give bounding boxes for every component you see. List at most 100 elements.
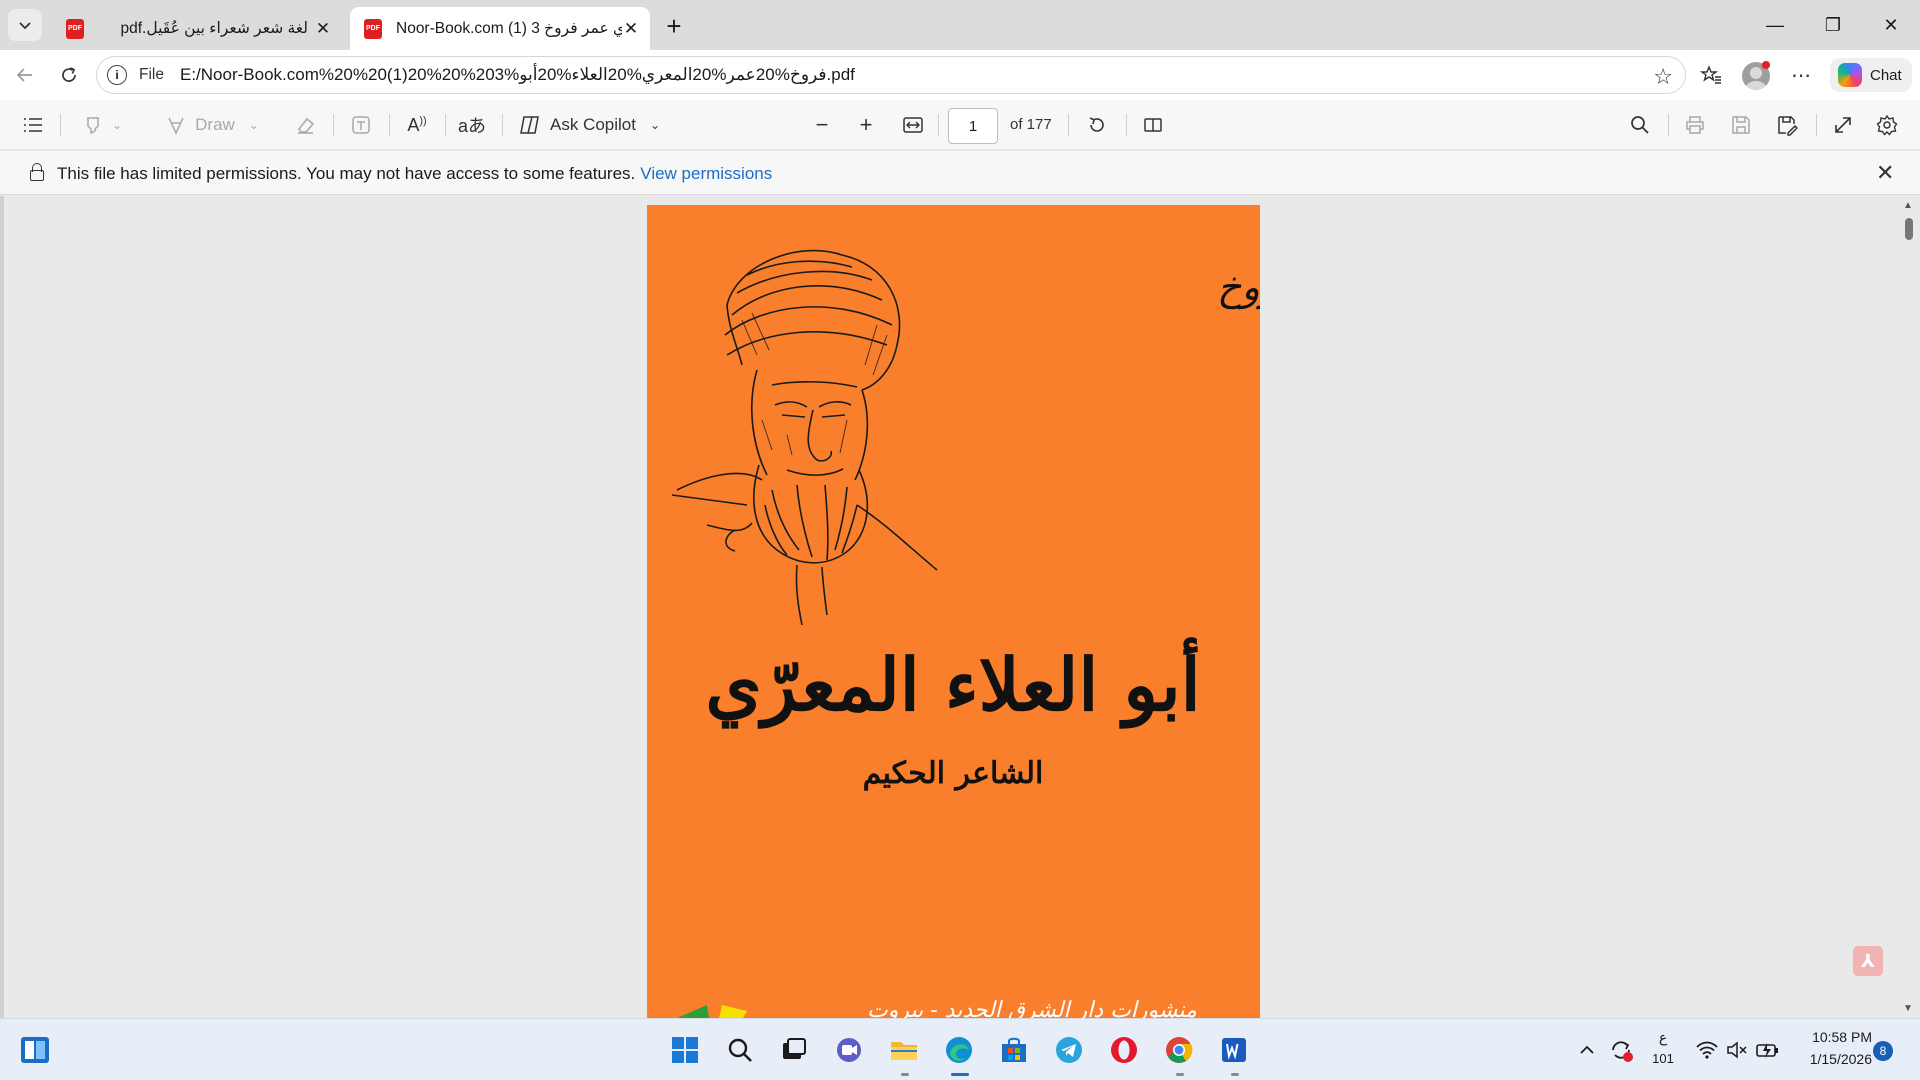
- erase-button[interactable]: [290, 109, 320, 141]
- fullscreen-button[interactable]: [1828, 109, 1858, 141]
- favorite-star-icon[interactable]: ☆: [1653, 64, 1673, 90]
- opera-browser-button[interactable]: [1107, 1033, 1141, 1067]
- new-tab-button[interactable]: +: [658, 10, 690, 42]
- text-box-icon: [352, 116, 370, 134]
- zoom-out-button[interactable]: −: [807, 109, 837, 141]
- close-notice-icon[interactable]: ✕: [1876, 160, 1894, 186]
- minimize-button[interactable]: —: [1746, 0, 1804, 50]
- add-text-button[interactable]: [346, 109, 376, 141]
- sync-status-button[interactable]: [1606, 1033, 1636, 1067]
- teams-meet-button[interactable]: [832, 1033, 866, 1067]
- translate-button[interactable]: aあ: [457, 109, 487, 141]
- page-number-input[interactable]: 1: [948, 108, 998, 144]
- clock-time[interactable]: 10:58 PM: [1792, 1029, 1872, 1045]
- volume-button[interactable]: [1723, 1033, 1751, 1067]
- zoom-in-button[interactable]: +: [851, 109, 881, 141]
- chrome-browser-button[interactable]: [1162, 1033, 1196, 1067]
- rotate-button[interactable]: [1082, 109, 1112, 141]
- tab-title: Noor-Book.com (1) 3 عري عمر فروخ: [396, 20, 622, 37]
- ask-copilot-button[interactable]: Ask Copilot ⌄: [518, 109, 668, 141]
- pen-icon: [168, 117, 184, 135]
- start-button[interactable]: [668, 1033, 702, 1067]
- fit-width-button[interactable]: [898, 109, 928, 141]
- rotate-icon: [1089, 117, 1104, 132]
- table-of-contents-icon: [24, 118, 42, 132]
- folder-icon: [891, 1042, 917, 1060]
- translate-icon: aあ: [457, 116, 486, 136]
- scheme-label: File: [139, 66, 164, 83]
- clock-date[interactable]: 1/15/2026: [1792, 1051, 1872, 1067]
- toolbar-divider: [1816, 114, 1817, 136]
- running-app-indicator: [1231, 1073, 1239, 1076]
- sync-alert-icon: [1612, 1041, 1633, 1062]
- pdf-document-view[interactable]: عمر فرّوخ: [0, 196, 1920, 1018]
- windows-logo-icon: [672, 1037, 698, 1063]
- battery-charging-icon: [1756, 1043, 1778, 1058]
- file-explorer-button[interactable]: [887, 1033, 921, 1067]
- refresh-button[interactable]: [52, 59, 86, 91]
- show-hidden-icons-button[interactable]: [1574, 1033, 1600, 1067]
- ask-copilot-label: Ask Copilot: [550, 115, 636, 134]
- more-menu-button[interactable]: ⋯: [1784, 59, 1818, 91]
- scroll-up-arrow-icon[interactable]: ▲: [1903, 200, 1913, 211]
- search-icon: [728, 1038, 752, 1062]
- settings-button[interactable]: [1872, 109, 1902, 141]
- language-indicator[interactable]: ع: [1651, 1029, 1675, 1046]
- pdf-file-icon: PDF: [364, 18, 382, 39]
- copilot-chat-button[interactable]: Chat: [1830, 58, 1912, 92]
- two-page-view-icon: [1144, 118, 1162, 132]
- view-permissions-link[interactable]: View permissions: [640, 164, 772, 183]
- taskbar-search-button[interactable]: [723, 1033, 757, 1067]
- read-aloud-button[interactable]: A)): [402, 109, 432, 141]
- edge-browser-button[interactable]: [942, 1033, 976, 1067]
- notification-count-badge[interactable]: 8: [1873, 1041, 1893, 1061]
- word-button[interactable]: [1217, 1033, 1251, 1067]
- scroll-down-arrow-icon[interactable]: ▼: [1903, 1003, 1913, 1014]
- favorites-button[interactable]: [1694, 59, 1728, 91]
- gear-icon: [1876, 114, 1898, 136]
- chat-label: Chat: [1870, 66, 1902, 84]
- highlight-button[interactable]: ⌄: [72, 109, 132, 141]
- chevron-up-icon: [1580, 1045, 1594, 1054]
- permission-notice-bar: This file has limited permissions. You m…: [0, 151, 1920, 195]
- find-button[interactable]: [1625, 109, 1655, 141]
- restore-button[interactable]: ❐: [1804, 0, 1862, 50]
- scrollbar-thumb[interactable]: [1905, 218, 1913, 240]
- task-view-button[interactable]: [777, 1033, 811, 1067]
- info-icon[interactable]: i: [107, 65, 127, 85]
- microsoft-store-button[interactable]: [997, 1033, 1031, 1067]
- pdf-toolbar: ⌄ Draw ⌄ A)) aあ Ask Copilot ⌄ − + 1 of 1…: [0, 100, 1920, 150]
- draw-label: Draw: [195, 115, 235, 134]
- telegram-button[interactable]: [1052, 1033, 1086, 1067]
- edge-browser-icon: [946, 1037, 972, 1063]
- back-button[interactable]: [8, 59, 42, 91]
- wifi-button[interactable]: [1693, 1033, 1721, 1067]
- chevron-down-icon: ⌄: [649, 118, 661, 132]
- tab-active-pdf[interactable]: PDF Noor-Book.com (1) 3 عري عمر فروخ ✕: [350, 7, 650, 50]
- tab-inactive-pdf[interactable]: PDF لغة شعر شعراء بين عُقَيل.pdf ✕: [52, 7, 342, 50]
- save-as-button[interactable]: [1772, 109, 1802, 141]
- url-text[interactable]: E:/Noor-Book.com%20%20(1)20%20%203%فروخ%…: [180, 65, 855, 85]
- address-bar: i File E:/Noor-Book.com%20%20(1)20%20%20…: [0, 50, 1920, 100]
- contents-button[interactable]: [18, 109, 48, 141]
- tab-actions-menu[interactable]: [8, 9, 42, 41]
- search-icon: [1631, 116, 1649, 134]
- print-button[interactable]: [1680, 109, 1710, 141]
- close-tab-icon[interactable]: ✕: [622, 19, 640, 38]
- keyboard-layout-code[interactable]: 101: [1647, 1051, 1679, 1066]
- cover-subtitle: الشاعر الحكيم: [863, 756, 1044, 791]
- widgets-button[interactable]: [18, 1033, 52, 1067]
- close-tab-icon[interactable]: ✕: [314, 19, 332, 38]
- page-view-button[interactable]: [1138, 109, 1168, 141]
- url-field[interactable]: i File E:/Noor-Book.com%20%20(1)20%20%20…: [96, 56, 1686, 94]
- pdf-page-cover: عمر فرّوخ: [647, 205, 1260, 1018]
- widgets-icon: [21, 1037, 49, 1063]
- close-window-button[interactable]: ✕: [1862, 0, 1920, 50]
- battery-button[interactable]: [1753, 1033, 1783, 1067]
- chevron-down-icon: [19, 22, 31, 30]
- vertical-scrollbar[interactable]: ▲ ▼: [1899, 196, 1919, 1018]
- acrobat-icon[interactable]: ⅄: [1853, 946, 1883, 976]
- draw-button[interactable]: Draw ⌄: [156, 109, 268, 141]
- save-button[interactable]: [1726, 109, 1756, 141]
- toolbar-divider: [938, 114, 939, 136]
